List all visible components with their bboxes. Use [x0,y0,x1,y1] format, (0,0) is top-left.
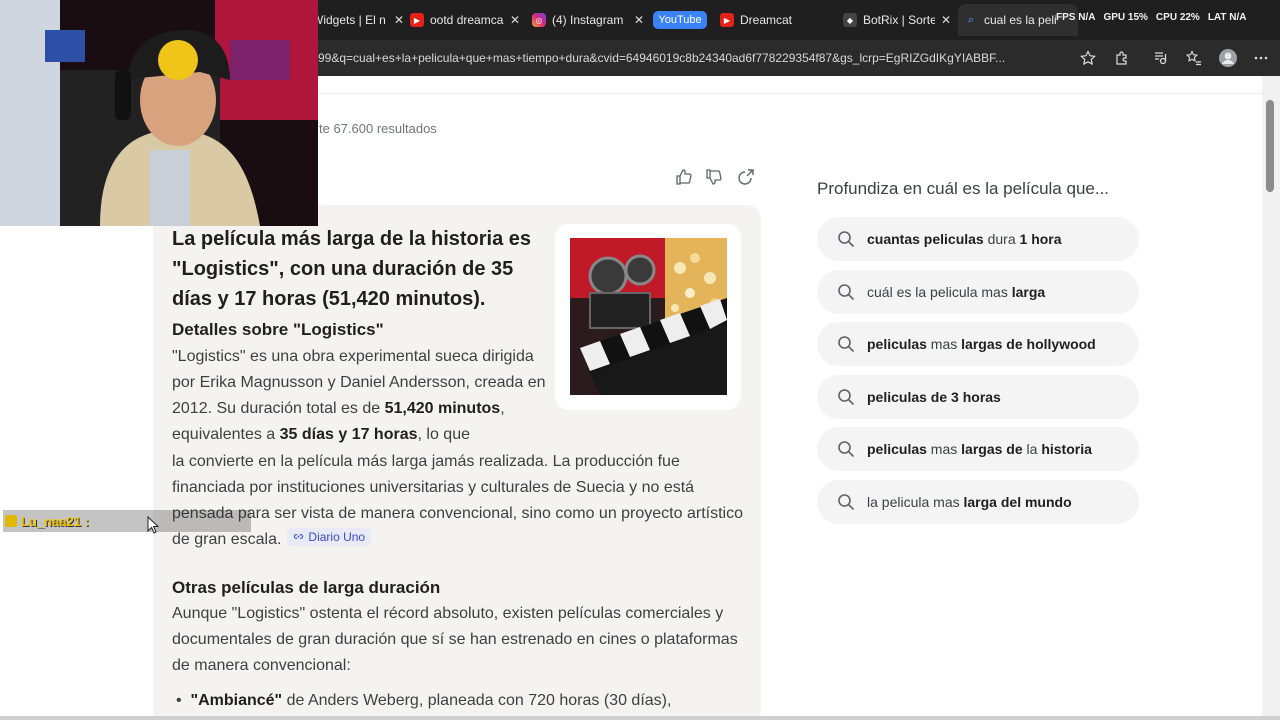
stat-cpu: CPU 22% [1155,12,1200,23]
search-icon [838,494,855,511]
query-bold: larga del mundo [963,494,1072,510]
source-chip-label: Diario Uno [308,529,366,544]
search-icon [838,389,855,406]
extensions-icon[interactable] [1111,47,1133,69]
favorite-star-icon[interactable] [1077,47,1099,69]
performance-stats-overlay: FPS N/A GPU 15% CPU 22% LAT N/A [1056,12,1247,23]
query-bold: peliculas de 3 horas [867,389,1001,405]
close-icon[interactable]: ✕ [510,13,520,27]
stat-lat: LAT N/A [1207,12,1247,23]
related-search-label: peliculas mas largas de la historia [867,441,1092,457]
related-search-4[interactable]: peliculas de 3 horas [817,375,1139,419]
search-icon: ⌕ [967,13,975,26]
instagram-icon: ◎ [532,13,546,27]
scrollbar-thumb[interactable] [1266,100,1274,192]
logistics-paragraph-bottom: la convierte en la película más larga ja… [172,449,747,553]
stat-gpu: GPU 15% [1103,12,1148,23]
section-title-logistics: Detalles sobre "Logistics" [172,320,384,339]
media-icon[interactable] [1149,47,1171,69]
favorites-icon[interactable] [1183,47,1205,69]
related-search-label: cuantas peliculas dura 1 hora [867,231,1062,247]
query-bold: 1 hora [1019,231,1062,247]
query-text: cuál es la pelicula mas [867,284,1012,300]
source-chip[interactable]: Diario Uno [287,527,372,546]
query-bold: historia [1041,441,1092,457]
related-search-label: peliculas de 3 horas [867,389,1001,405]
close-icon[interactable]: ✕ [394,13,404,27]
chat-badge-icon [5,515,17,527]
thumbs-down-icon[interactable] [705,168,725,188]
tab-title: Dreamcat [740,13,793,27]
related-search-3[interactable]: peliculas mas largas de hollywood [817,322,1139,366]
logistics-paragraph-top: "Logistics" es una obra experimental sue… [172,344,550,448]
related-searches-heading: Profundiza en cuál es la película que... [817,179,1110,198]
address-bar[interactable]: 99&q=cual+es+la+pelicula+que+mas+tiempo+… [318,45,1108,71]
query-text: la pelicula mas [867,494,964,510]
tab-ootd[interactable]: ▶ ootd dreamca ✕ [410,7,520,33]
chat-username: Lu_naa21 : [21,513,89,529]
tab-title: (4) Instagram [552,13,624,27]
tab-title: ootd dreamca [430,13,504,27]
tab-title: Widgets | El n [312,13,386,27]
stat-fps: FPS N/A [1056,12,1096,23]
tab-botrix[interactable]: ◆ BotRix | Sorte ✕ [843,7,951,33]
search-icon [838,284,855,301]
query-text: dura [983,231,1020,247]
list-item-text: de Anders Weberg, planeada con 720 horas… [282,692,672,709]
related-search-2[interactable]: cuál es la pelicula mas larga [817,270,1139,314]
profile-avatar-icon[interactable] [1217,47,1239,69]
tab-dreamcat[interactable]: ▶ Dreamcat [720,7,830,33]
query-bold: peliculas [867,336,927,352]
section-title-other-films: Otras películas de larga duración [172,578,441,597]
other-films-paragraph: Aunque "Logistics" ostenta el récord abs… [172,605,738,674]
query-text: mas [926,441,962,457]
paragraph-bold: 35 días y 17 horas [279,426,418,443]
close-icon[interactable]: ✕ [634,13,644,27]
search-nav-strip [318,76,1262,94]
answer-headline: La película más larga de la historia es … [172,228,532,310]
query-text: mas [926,336,962,352]
search-icon [838,336,855,353]
botrix-icon: ◆ [843,13,857,27]
link-icon [294,534,304,539]
tab-title: BotRix | Sorte [863,13,935,27]
related-search-label: cuál es la pelicula mas larga [867,284,1045,300]
query-bold: largas de hollywood [961,336,1096,352]
related-search-6[interactable]: la pelicula mas larga del mundo [817,480,1139,524]
bottom-edge [0,716,1280,720]
share-icon[interactable] [736,168,756,188]
related-search-label: peliculas mas largas de hollywood [867,336,1096,352]
stream-chat-message: Lu_naa21 : [3,510,251,532]
close-icon[interactable]: ✕ [941,13,951,27]
tab-widgets[interactable]: Widgets | El n ✕ [312,7,404,33]
query-bold: cuantas peliculas [867,231,984,247]
query-text: la [1022,441,1042,457]
query-bold: peliculas [867,441,927,457]
related-search-label: la pelicula mas larga del mundo [867,494,1072,510]
more-options-icon[interactable] [1250,47,1272,69]
film-camera-popcorn-image[interactable] [570,238,727,395]
mouse-cursor-icon [147,515,160,539]
tab-group-youtube[interactable]: YouTube [653,11,707,29]
related-search-5[interactable]: peliculas mas largas de la historia [817,427,1139,471]
query-bold: largas de [961,441,1023,457]
paragraph-text: la convierte en la película más larga ja… [172,453,743,548]
thumbs-up-icon[interactable] [675,168,695,188]
results-count: te 67.600 resultados [319,121,437,136]
tab-instagram[interactable]: ◎ (4) Instagram ✕ [532,7,644,33]
youtube-icon: ▶ [720,13,734,27]
webcam-overlay [0,0,318,226]
search-icon [838,231,855,248]
paragraph-text: , lo que [417,426,470,443]
youtube-icon: ▶ [410,13,424,27]
query-bold: larga [1011,284,1046,300]
list-item: • "Ambiancé" de Anders Weberg, planeada … [176,692,672,709]
list-item-bold: "Ambiancé" [190,692,283,709]
paragraph-bold: 51,420 minutos [384,400,501,417]
related-search-1[interactable]: cuantas peliculas dura 1 hora [817,217,1139,261]
search-icon [838,441,855,458]
